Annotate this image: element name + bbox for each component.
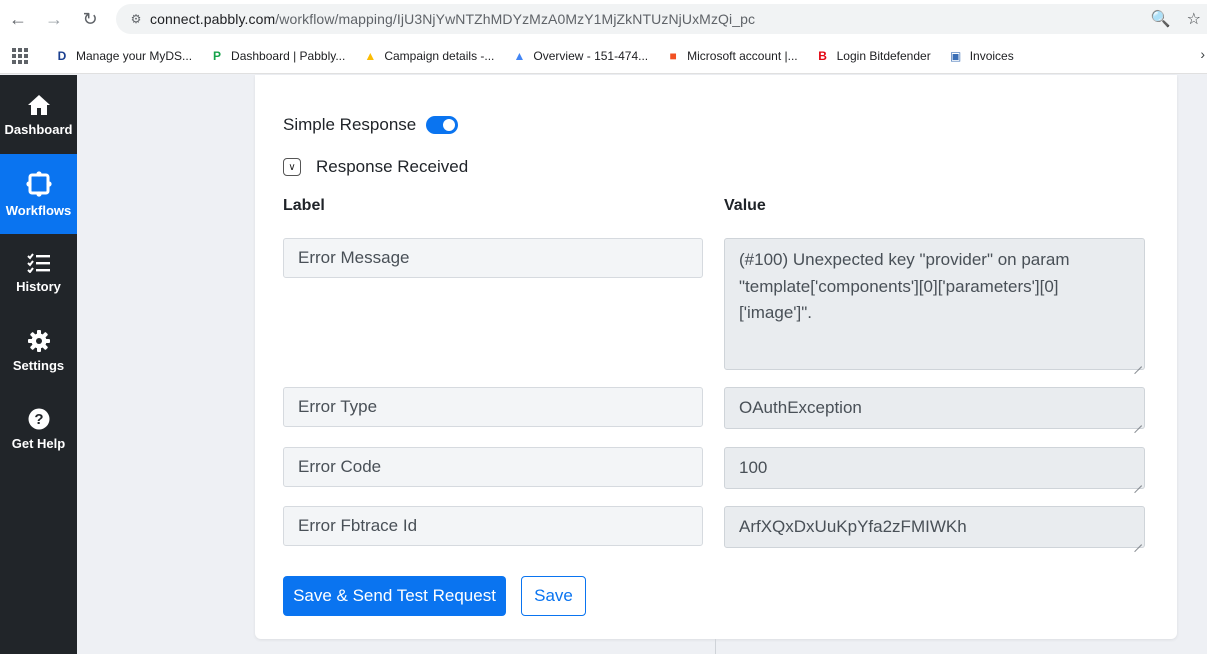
value-field[interactable]: OAuthException <box>724 387 1145 429</box>
bookmark-label: Dashboard | Pabbly... <box>231 48 346 63</box>
address-bar[interactable]: ⚙ connect.pabbly.com/workflow/mapping/Ij… <box>116 4 1207 34</box>
url-text[interactable]: connect.pabbly.com/workflow/mapping/IjU3… <box>150 11 755 27</box>
browser-toolbar: ← → ↻ ⚙ connect.pabbly.com/workflow/mapp… <box>0 0 1207 38</box>
list-check-icon <box>26 252 50 273</box>
help-icon: ? <box>28 408 49 429</box>
value-text: (#100) Unexpected key "provider" on para… <box>739 250 1070 322</box>
simple-response-label: Simple Response <box>283 115 417 134</box>
bookmark-favicon-icon: ▣ <box>950 48 962 63</box>
forward-icon[interactable]: → <box>36 0 72 38</box>
value-text: ArfXQxDxUuKpYfa2zFMIWKh <box>739 516 967 536</box>
sidebar-item-label: Settings <box>12 357 65 373</box>
site-settings-icon[interactable]: ⚙ <box>122 12 150 26</box>
svg-text:?: ? <box>34 411 43 428</box>
chevron-down-icon[interactable]: ∨ <box>283 158 301 176</box>
value-column-header: Value <box>724 197 766 214</box>
bookmark-label: Campaign details -... <box>384 48 495 63</box>
save-and-send-test-button[interactable]: Save & Send Test Request <box>283 576 506 616</box>
sidebar-item-workflows[interactable]: Workflows <box>0 154 77 234</box>
sidebar-item-history[interactable]: History <box>0 233 77 313</box>
sidebar-item-get-help[interactable]: ? Get Help <box>0 389 77 469</box>
sidebar-item-label: Workflows <box>5 202 72 218</box>
bookmark-item[interactable]: ■ Microsoft account |... <box>665 48 798 64</box>
bookmark-label: Manage your MyDS... <box>76 48 193 63</box>
bookmark-label: Login Bitdefender <box>836 48 931 63</box>
reload-icon[interactable]: ↻ <box>72 0 108 38</box>
sidebar-item-dashboard[interactable]: Dashboard <box>0 75 77 155</box>
simple-response-toggle[interactable] <box>426 116 459 134</box>
label-field[interactable]: Error Message <box>283 238 703 278</box>
resize-handle-icon[interactable] <box>1134 418 1142 426</box>
bookmark-favicon-icon: P <box>213 48 222 63</box>
divider <box>715 639 716 654</box>
sidebar: Dashboard Workflows History Settings ? G… <box>0 75 77 654</box>
sidebar-item-label: History <box>16 278 61 294</box>
bookmark-item[interactable]: ▲ Campaign details -... <box>362 48 494 64</box>
gear-icon <box>27 329 50 352</box>
bookmark-item[interactable]: D Manage your MyDS... <box>54 48 192 64</box>
home-icon <box>27 94 50 115</box>
resize-handle-icon[interactable] <box>1134 537 1142 545</box>
bookmark-item[interactable]: P Dashboard | Pabbly... <box>209 48 345 64</box>
save-button[interactable]: Save <box>521 576 586 616</box>
sidebar-item-label: Get Help <box>11 435 66 451</box>
label-column-header: Label <box>283 197 325 214</box>
zoom-icon[interactable]: 🔍 <box>1151 9 1171 29</box>
value-text: OAuthException <box>739 397 862 417</box>
bookmark-label: Invoices <box>969 48 1014 63</box>
main-content: Simple Response ∨ Response Received Labe… <box>77 75 1207 654</box>
bookmark-favicon-icon: ■ <box>669 48 677 63</box>
label-field[interactable]: Error Type <box>283 387 703 427</box>
bookmark-item[interactable]: B Login Bitdefender <box>815 48 931 64</box>
bookmark-favicon-icon: B <box>818 48 827 63</box>
label-field[interactable]: Error Code <box>283 447 703 487</box>
bookmark-favicon-icon: ▲ <box>513 48 526 63</box>
bookmark-star-icon[interactable]: ☆ <box>1187 9 1201 29</box>
response-card: Simple Response ∨ Response Received Labe… <box>255 75 1177 639</box>
bookmark-favicon-icon: ▲ <box>364 48 377 63</box>
value-text: 100 <box>739 457 768 477</box>
response-received-label: Response Received <box>316 157 469 176</box>
value-field[interactable]: ArfXQxDxUuKpYfa2zFMIWKh <box>724 506 1145 548</box>
sidebar-item-settings[interactable]: Settings <box>0 311 77 391</box>
label-field[interactable]: Error Fbtrace Id <box>283 506 703 546</box>
bookmark-label: Overview - 151-474... <box>533 48 649 63</box>
bookmark-label: Microsoft account |... <box>687 48 798 63</box>
bookmark-item[interactable]: ▲ Overview - 151-474... <box>511 48 648 64</box>
resize-handle-icon[interactable] <box>1134 478 1142 486</box>
workflow-icon <box>25 170 52 197</box>
simple-response-row: Simple Response <box>283 115 459 135</box>
apps-icon[interactable] <box>12 46 32 66</box>
sidebar-item-label: Dashboard <box>4 121 73 137</box>
bookmark-favicon-icon: D <box>57 48 67 63</box>
resize-handle-icon[interactable] <box>1134 359 1142 367</box>
response-received-row[interactable]: ∨ Response Received <box>283 157 468 177</box>
bookmark-item[interactable]: ▣ Invoices <box>948 48 1014 64</box>
bookmarks-bar: D Manage your MyDS... P Dashboard | Pabbly.… <box>0 38 1207 74</box>
back-icon[interactable]: ← <box>0 0 36 38</box>
value-field[interactable]: (#100) Unexpected key "provider" on para… <box>724 238 1145 370</box>
bookmarks-overflow-icon[interactable]: › <box>1200 46 1205 62</box>
value-field[interactable]: 100 <box>724 447 1145 489</box>
